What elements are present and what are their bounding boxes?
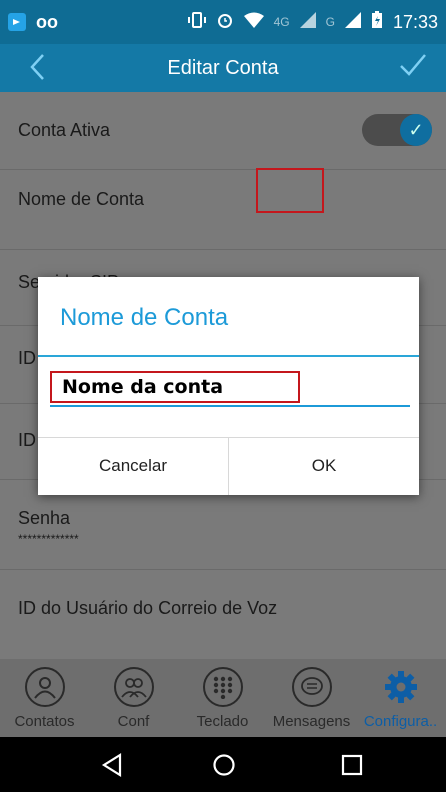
vibrate-icon (187, 11, 206, 33)
app-bar: Editar Conta (0, 44, 446, 92)
tab-label: Conf (117, 713, 150, 730)
tab-label: Contatos (14, 713, 75, 730)
clock: 17:33 (392, 11, 438, 32)
id-label-2: ID (18, 430, 36, 450)
bottom-tab-bar: Contatos Conf Teclado Mensagens Configur… (0, 659, 446, 737)
account-name-input[interactable]: Nome da conta (50, 371, 410, 407)
ok-button[interactable]: OK (229, 437, 419, 495)
row-nome-conta[interactable]: Nome de Conta (0, 170, 446, 250)
row-voicemail[interactable]: ID do Usuário do Correio de Voz (0, 570, 446, 659)
signal-icon-2 (344, 11, 361, 33)
contacts-icon (24, 667, 65, 707)
account-name-dialog: Nome de Conta Nome da conta Cancelar OK (38, 277, 419, 495)
signal-4g-label: 4G (273, 15, 290, 29)
keypad-icon (202, 667, 243, 707)
app-notification-icon (8, 13, 26, 31)
conference-icon (113, 667, 154, 707)
nav-home-icon[interactable] (204, 747, 244, 783)
nome-conta-label: Nome de Conta (18, 189, 145, 209)
dialog-divider (38, 355, 419, 357)
signal-icon (299, 11, 316, 33)
system-nav-bar (0, 737, 446, 792)
battery-icon (371, 10, 383, 34)
id-label-1: ID (18, 348, 36, 368)
cancel-button[interactable]: Cancelar (38, 437, 228, 495)
tab-contatos[interactable]: Contatos (0, 659, 89, 737)
save-check-icon[interactable] (398, 50, 428, 87)
status-bar: ᴏᴏ 4G G 17:33 (0, 0, 446, 44)
senha-label: Senha (18, 508, 71, 528)
tab-teclado[interactable]: Teclado (178, 659, 267, 737)
dialog-title: Nome de Conta (60, 304, 229, 331)
voicemail-icon: ᴏᴏ (36, 11, 58, 32)
tab-label: Teclado (196, 713, 249, 730)
back-icon[interactable] (28, 52, 46, 90)
tab-label: Mensagens (272, 713, 351, 730)
wifi-icon (243, 12, 264, 33)
check-icon: ✓ (400, 114, 432, 146)
nav-back-icon[interactable] (92, 747, 132, 783)
messages-icon (291, 667, 332, 707)
signal-g-label: G (325, 15, 335, 29)
tab-mensagens[interactable]: Mensagens (267, 659, 356, 737)
tab-conf[interactable]: Conf (89, 659, 178, 737)
account-name-value: Nome da conta (62, 376, 224, 398)
nav-recents-icon[interactable] (332, 747, 372, 783)
page-title: Editar Conta (167, 56, 279, 79)
voicemail-label: ID do Usuário do Correio de Voz (18, 598, 278, 618)
ok-highlight-box (256, 168, 324, 213)
senha-value: ************* (18, 532, 79, 546)
conta-ativa-toggle[interactable]: ✓ (362, 114, 432, 146)
tab-configuracoes[interactable]: Configura.. (356, 659, 445, 737)
gear-icon (381, 667, 421, 707)
conta-ativa-label: Conta Ativa (18, 120, 111, 140)
alarm-icon (216, 11, 234, 34)
row-conta-ativa[interactable]: Conta Ativa ✓ (0, 92, 446, 170)
tab-label: Configura.. (363, 713, 438, 730)
